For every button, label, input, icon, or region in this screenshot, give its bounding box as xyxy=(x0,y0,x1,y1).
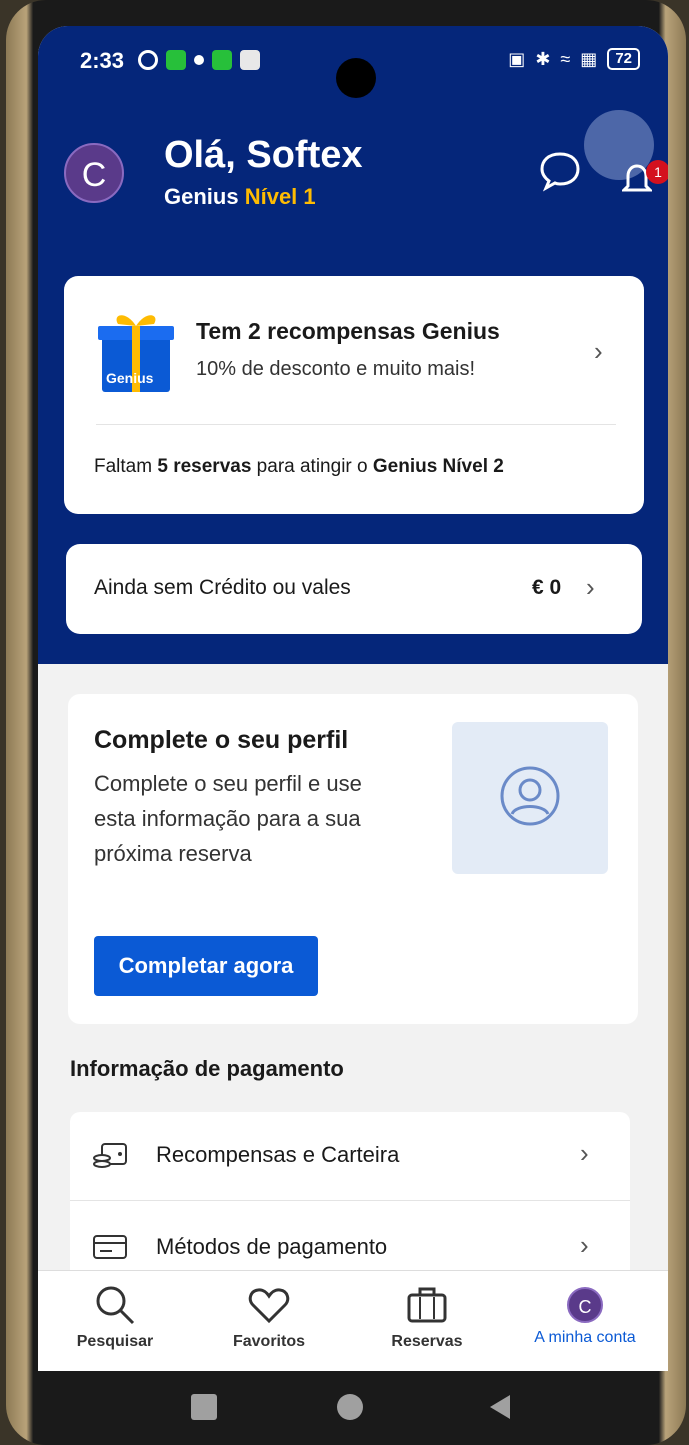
home-button[interactable] xyxy=(330,1387,370,1427)
rewards-title: Tem 2 recompensas Genius xyxy=(196,318,500,344)
square-icon xyxy=(191,1394,217,1420)
credit-value: € 0 xyxy=(532,576,562,599)
message-status-icon xyxy=(240,50,260,70)
greeting-title: Olá, Softex xyxy=(164,134,363,176)
divider xyxy=(70,1200,630,1201)
app-screen: 2:33 ▣ ✱ ≈ ▦ 72 C Olá, Softex Genius Nív… xyxy=(38,26,668,1371)
genius-progress-text: Faltam 5 reservas para atingir o Genius … xyxy=(94,456,504,478)
genius-level-label: Genius Nível 1 xyxy=(164,184,316,210)
notifications-button[interactable]: 1 xyxy=(584,110,668,196)
avatar: C xyxy=(567,1287,603,1323)
dot-status-icon xyxy=(194,55,204,65)
app-status-icon xyxy=(166,50,186,70)
back-triangle-icon xyxy=(490,1395,510,1419)
chevron-right-icon: › xyxy=(580,1138,589,1168)
wifi-icon: ≈ xyxy=(560,48,571,69)
chevron-right-icon: › xyxy=(594,336,603,366)
status-bar: 2:33 ▣ ✱ ≈ ▦ 72 xyxy=(38,44,668,98)
wallet-icon xyxy=(93,1143,127,1168)
app-status-icon-2 xyxy=(212,50,232,70)
sim-icon: ▦ xyxy=(580,48,598,69)
chevron-right-icon: › xyxy=(586,572,595,602)
chat-icon[interactable] xyxy=(538,148,582,192)
profile-avatar[interactable]: C xyxy=(64,143,124,203)
genius-rewards-card[interactable]: Genius Tem 2 recompensas Genius 10% de d… xyxy=(64,276,644,514)
nav-label: Pesquisar xyxy=(76,1333,154,1350)
list-item-label: Recompensas e Carteira xyxy=(156,1142,400,1167)
progress-target: Genius Nível 2 xyxy=(372,456,504,477)
user-circle-icon xyxy=(500,766,560,826)
system-navigation-bar xyxy=(0,1371,689,1445)
nfc-icon: ▣ xyxy=(508,48,526,69)
settings-status-icon xyxy=(138,50,158,70)
complete-profile-card: Complete o seu perfil Complete o seu per… xyxy=(68,694,638,1024)
status-time: 2:33 xyxy=(80,48,125,73)
complete-now-button[interactable]: Completar agora xyxy=(94,936,318,996)
card-icon xyxy=(93,1235,127,1259)
battery-indicator: 72 xyxy=(607,48,640,70)
profile-illustration xyxy=(452,722,608,874)
system-status-icons: ▣ ✱ ≈ ▦ 72 xyxy=(508,48,640,70)
credit-vouchers-card[interactable]: Ainda sem Crédito ou vales € 0 › xyxy=(66,544,642,634)
nav-bookings[interactable]: Reservas xyxy=(362,1283,492,1351)
progress-count: 5 reservas xyxy=(157,456,252,477)
list-item-rewards-wallet[interactable]: Recompensas e Carteira › xyxy=(70,1112,630,1198)
circle-icon xyxy=(337,1394,363,1420)
genius-level-value: Nível 1 xyxy=(244,184,316,209)
rewards-subtitle: 10% de desconto e muito mais! xyxy=(196,358,476,380)
nav-search[interactable]: Pesquisar xyxy=(50,1283,180,1351)
genius-prefix: Genius xyxy=(164,184,239,209)
bottom-navigation: Pesquisar Favoritos Reservas C A minha c… xyxy=(38,1270,668,1371)
gift-label: Genius xyxy=(106,370,154,386)
nav-label: A minha conta xyxy=(534,1329,636,1346)
camera-cutout xyxy=(336,58,376,98)
payment-list: Recompensas e Carteira › Métodos de paga… xyxy=(70,1112,630,1292)
briefcase-icon xyxy=(407,1287,447,1323)
recents-button[interactable] xyxy=(184,1387,224,1427)
heart-icon xyxy=(248,1288,290,1324)
bluetooth-icon: ✱ xyxy=(535,48,551,69)
nav-favorites[interactable]: Favoritos xyxy=(204,1283,334,1351)
chevron-right-icon: › xyxy=(580,1230,589,1260)
progress-prefix: Faltam xyxy=(94,456,158,477)
profile-card-title: Complete o seu perfil xyxy=(94,726,349,754)
profile-card-description: Complete o seu perfil e use esta informa… xyxy=(94,771,362,866)
nav-label: Reservas xyxy=(391,1333,463,1350)
notification-badge: 1 xyxy=(646,160,668,184)
credit-label: Ainda sem Crédito ou vales xyxy=(94,576,351,599)
search-icon xyxy=(96,1286,135,1325)
payment-section-title: Informação de pagamento xyxy=(70,1056,344,1081)
back-button[interactable] xyxy=(480,1387,520,1427)
nav-my-account[interactable]: C A minha conta xyxy=(520,1283,650,1347)
progress-middle: para atingir o xyxy=(251,456,373,477)
nav-label: Favoritos xyxy=(232,1333,305,1350)
notification-icons xyxy=(138,50,260,70)
divider xyxy=(96,424,616,425)
list-item-label: Métodos de pagamento xyxy=(156,1234,388,1259)
